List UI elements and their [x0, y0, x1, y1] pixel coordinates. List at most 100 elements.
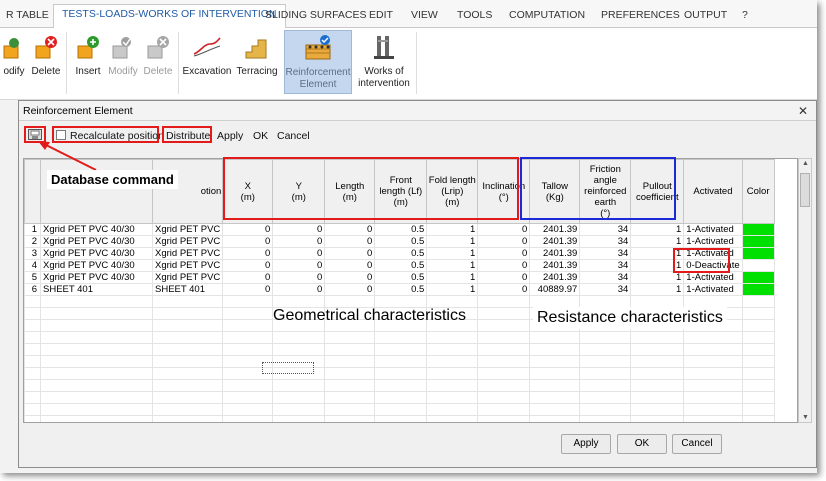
empty-cell[interactable]	[579, 355, 632, 368]
empty-cell[interactable]	[683, 331, 743, 344]
cell-color[interactable]	[741, 259, 775, 272]
empty-cell[interactable]	[741, 367, 775, 380]
empty-cell[interactable]	[374, 355, 428, 368]
cell-color[interactable]	[741, 235, 775, 248]
empty-cell[interactable]	[40, 391, 153, 404]
cell-front[interactable]: 0.5	[374, 223, 428, 236]
cell-description[interactable]: Xgrid PET PVC	[151, 271, 224, 284]
cell-x[interactable]: 0	[222, 259, 274, 272]
empty-cell[interactable]	[683, 343, 743, 356]
empty-cell[interactable]	[272, 295, 326, 308]
empty-cell[interactable]	[683, 403, 743, 416]
empty-cell[interactable]	[40, 367, 153, 380]
empty-cell[interactable]	[741, 379, 775, 392]
table-row[interactable]: 1 Xgrid PET PVC 40/30 Xgrid PET PVC 0 0 0 0.5 1…	[24, 223, 775, 236]
ok-button[interactable]: OK	[617, 434, 667, 454]
empty-cell[interactable]	[529, 295, 581, 308]
empty-cell[interactable]	[741, 319, 775, 332]
empty-cell[interactable]	[151, 295, 224, 308]
cell-activated[interactable]: 1-Activated	[683, 223, 743, 236]
cell-y[interactable]: 0	[272, 247, 326, 260]
empty-cell[interactable]	[40, 319, 153, 332]
empty-cell[interactable]	[529, 403, 581, 416]
empty-cell[interactable]	[630, 295, 685, 308]
cell-pull[interactable]: 1	[630, 235, 685, 248]
empty-cell[interactable]	[683, 367, 743, 380]
cell-front[interactable]: 0.5	[374, 271, 428, 284]
row-index[interactable]: 6	[24, 283, 41, 296]
database-command-button[interactable]	[24, 126, 46, 143]
cell-type[interactable]: SHEET 401	[40, 283, 153, 296]
toolbar-apply-button[interactable]: Apply	[217, 128, 243, 144]
empty-cell[interactable]	[324, 343, 376, 356]
empty-cell[interactable]	[426, 343, 479, 356]
cell-fric[interactable]: 34	[579, 259, 632, 272]
works-of-intervention-button[interactable]: Works of intervention	[356, 30, 412, 94]
empty-cell[interactable]	[151, 415, 224, 422]
tab-tools[interactable]: TOOLS	[449, 6, 500, 26]
empty-cell[interactable]	[24, 295, 41, 308]
cell-description[interactable]: Xgrid PET PVC	[151, 235, 224, 248]
cell-pull[interactable]: 1	[630, 271, 685, 284]
empty-cell[interactable]	[24, 343, 41, 356]
cell-len[interactable]: 0	[324, 247, 376, 260]
cell-fold[interactable]: 1	[426, 235, 479, 248]
empty-cell[interactable]	[40, 403, 153, 416]
empty-cell[interactable]	[477, 415, 531, 422]
cell-fold[interactable]: 1	[426, 271, 479, 284]
empty-cell[interactable]	[40, 307, 153, 320]
cell-activated[interactable]: 1-Activated	[683, 271, 743, 284]
cell-type[interactable]: Xgrid PET PVC 40/30	[40, 259, 153, 272]
empty-cell[interactable]	[222, 379, 274, 392]
empty-cell[interactable]	[272, 403, 326, 416]
cell-incl[interactable]: 0	[477, 235, 531, 248]
cell-incl[interactable]: 0	[477, 223, 531, 236]
empty-cell[interactable]	[630, 379, 685, 392]
empty-cell[interactable]	[151, 355, 224, 368]
cell-front[interactable]: 0.5	[374, 235, 428, 248]
empty-cell[interactable]	[151, 331, 224, 344]
empty-cell[interactable]	[579, 367, 632, 380]
close-icon[interactable]: ✕	[796, 104, 810, 118]
empty-cell[interactable]	[426, 331, 479, 344]
empty-cell[interactable]	[579, 391, 632, 404]
empty-cell[interactable]	[579, 343, 632, 356]
empty-cell[interactable]	[741, 307, 775, 320]
empty-cell[interactable]	[741, 355, 775, 368]
empty-row[interactable]	[24, 415, 775, 422]
cancel-button[interactable]: Cancel	[672, 434, 722, 454]
cell-tallow[interactable]: 2401.39	[529, 247, 581, 260]
focus-cell[interactable]	[262, 362, 314, 374]
empty-cell[interactable]	[683, 355, 743, 368]
cell-activated[interactable]: 1-Activated	[683, 235, 743, 248]
empty-cell[interactable]	[222, 415, 274, 422]
empty-cell[interactable]	[741, 415, 775, 422]
empty-cell[interactable]	[529, 367, 581, 380]
empty-cell[interactable]	[477, 343, 531, 356]
empty-cell[interactable]	[151, 403, 224, 416]
empty-cell[interactable]	[40, 415, 153, 422]
tab-help[interactable]: ?	[734, 6, 756, 26]
cell-fold[interactable]: 1	[426, 259, 479, 272]
empty-cell[interactable]	[24, 367, 41, 380]
empty-cell[interactable]	[683, 379, 743, 392]
cell-fric[interactable]: 34	[579, 247, 632, 260]
table-row[interactable]: 3 Xgrid PET PVC 40/30 Xgrid PET PVC 0 0 0 0.5 1…	[24, 247, 775, 260]
empty-cell[interactable]	[374, 367, 428, 380]
empty-cell[interactable]	[529, 391, 581, 404]
cell-x[interactable]: 0	[222, 247, 274, 260]
empty-cell[interactable]	[426, 355, 479, 368]
cell-description[interactable]: Xgrid PET PVC	[151, 259, 224, 272]
empty-cell[interactable]	[477, 391, 531, 404]
cell-front[interactable]: 0.5	[374, 247, 428, 260]
cell-incl[interactable]: 0	[477, 283, 531, 296]
empty-cell[interactable]	[630, 391, 685, 404]
empty-cell[interactable]	[741, 295, 775, 308]
empty-cell[interactable]	[222, 343, 274, 356]
row-index[interactable]: 3	[24, 247, 41, 260]
cell-fric[interactable]: 34	[579, 223, 632, 236]
empty-cell[interactable]	[529, 415, 581, 422]
cell-tallow[interactable]: 2401.39	[529, 235, 581, 248]
empty-cell[interactable]	[477, 403, 531, 416]
empty-cell[interactable]	[324, 331, 376, 344]
